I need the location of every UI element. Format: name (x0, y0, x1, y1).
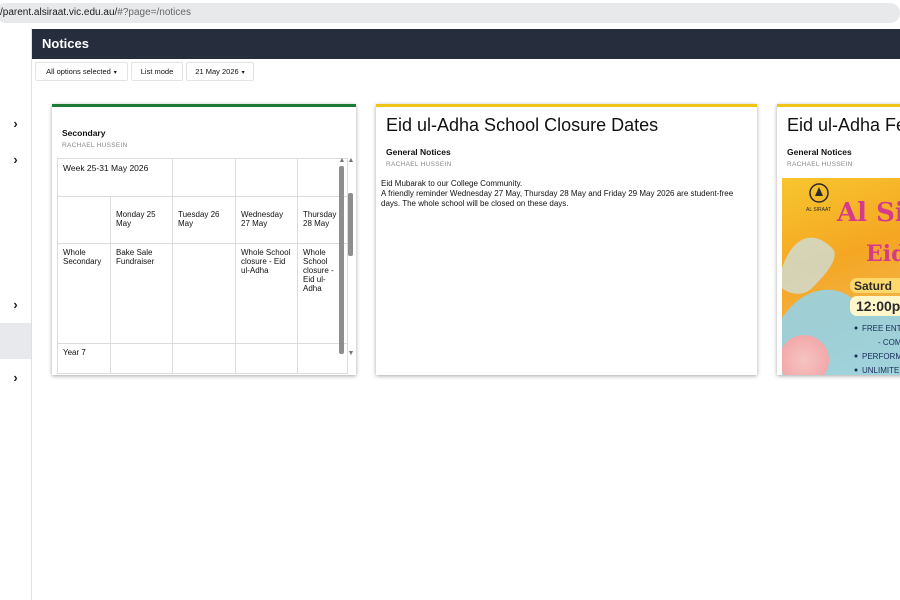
poster-bullet: - COM (878, 338, 900, 347)
notice-category: General Notices (386, 147, 451, 157)
filter-label: All options selected (46, 67, 111, 76)
event-poster-image: AL SIRAAT Al Sir Eid Saturd 12:00p FREE … (782, 178, 900, 375)
chevron-right-icon: › (13, 369, 18, 385)
url-host: /parent.alsiraat.vic.edu.au/ (0, 7, 118, 18)
left-navigation-rail: › › › › (0, 28, 32, 600)
notice-category: Secondary (62, 128, 106, 138)
date-label: 21 May 2026 (195, 67, 239, 76)
poster-headline: Al Sir (836, 198, 900, 228)
scroll-up-arrow-icon[interactable]: ▲ (346, 157, 356, 165)
scroll-thumb-secondary[interactable] (348, 193, 353, 256)
rail-expand-item-4[interactable]: › (0, 359, 31, 395)
poster-bullet: UNLIMITE (862, 366, 899, 375)
notice-card-eid-closure[interactable]: Eid ul-Adha School Closure Dates General… (376, 104, 757, 375)
calendar-scrollbar[interactable]: ▲ ▲ ▼ (337, 157, 355, 359)
url-field[interactable]: /parent.alsiraat.vic.edu.au/#?page=/noti… (0, 3, 900, 23)
notice-body-line: A friendly reminder Wednesday 27 May, Th… (381, 189, 734, 208)
notice-title: Eid ul-Adha School Closure Dates (386, 115, 659, 135)
notices-toolbar: All options selected ▾ List mode 21 May 2… (32, 59, 900, 87)
rail-expand-item-1[interactable]: › (0, 105, 31, 141)
caret-down-icon: ▾ (113, 70, 117, 76)
day-header: Wednesday 27 May (235, 196, 298, 244)
list-mode-button[interactable]: List mode (131, 62, 183, 81)
poster-time-banner: 12:00p (856, 298, 900, 314)
scroll-down-arrow-icon[interactable]: ▼ (346, 350, 356, 358)
calendar-cell (172, 243, 236, 344)
poster-bullet: PERFORM (862, 352, 900, 361)
notice-category: General Notices (787, 147, 852, 157)
date-dropdown[interactable]: 21 May 2026 ▾ (186, 62, 254, 81)
group-label: Year 7 (57, 343, 111, 374)
scroll-thumb[interactable] (339, 166, 344, 354)
day-header: Monday 25 May (110, 196, 173, 244)
url-path: #?page=/notices (117, 7, 191, 18)
notice-author: RACHAEL HUSSEIN (62, 142, 128, 149)
poster-subheading: Eid (866, 241, 900, 267)
poster-art: AL SIRAAT Al Sir Eid Saturd 12:00p FREE … (782, 183, 900, 375)
filter-dropdown[interactable]: All options selected ▾ (35, 62, 128, 81)
notice-body-line: Eid Mubarak to our College Community. (381, 179, 523, 188)
poster-bullet: FREE ENT (862, 324, 900, 333)
chevron-right-icon: › (13, 296, 18, 312)
caret-down-icon: ▾ (241, 70, 245, 76)
notice-title: Eid ul-Adha Fe (787, 115, 900, 135)
group-label: Whole Secondary (57, 243, 111, 344)
rail-item-active[interactable] (0, 323, 31, 359)
notice-body: Eid Mubarak to our College Community. A … (381, 179, 751, 209)
chevron-right-icon: › (13, 151, 18, 167)
chevron-right-icon: › (13, 115, 18, 131)
calendar-cell: Whole School closure - Eid ul-Adha (235, 243, 298, 344)
browser-address-bar: /parent.alsiraat.vic.edu.au/#?page=/noti… (0, 0, 900, 28)
week-calendar-table: Week 25-31 May 2026 Monday 25 May Tuesda… (57, 158, 348, 374)
notice-author: RACHAEL HUSSEIN (386, 161, 452, 168)
rail-expand-item-2[interactable]: › (0, 141, 31, 177)
notice-card-secondary[interactable]: Secondary RACHAEL HUSSEIN Week 25-31 May… (52, 104, 356, 375)
week-label: Week 25-31 May 2026 (57, 158, 173, 197)
day-header: Tuesday 26 May (172, 196, 236, 244)
list-mode-label: List mode (140, 67, 174, 76)
poster-logo-text: AL SIRAAT (806, 207, 831, 213)
page-title: Notices (42, 36, 89, 51)
rail-expand-item-3[interactable]: › (0, 286, 31, 322)
notice-author: RACHAEL HUSSEIN (787, 161, 853, 168)
calendar-cell: Bake Sale Fundraiser (110, 243, 173, 344)
notice-card-eid-festival[interactable]: Eid ul-Adha Fe General Notices RACHAEL H… (777, 104, 900, 375)
poster-date-banner: Saturd (854, 279, 892, 293)
page-header: Notices (32, 29, 900, 59)
